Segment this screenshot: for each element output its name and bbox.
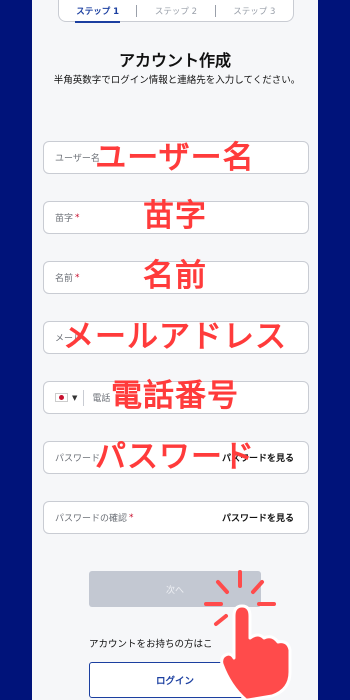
japan-flag-icon[interactable]: [55, 393, 68, 402]
phone-field[interactable]: ▼ 電話: [43, 381, 309, 414]
tap-hand-icon: [204, 570, 292, 700]
page-subtitle: 半角英数字でログイン情報と連絡先を入力してください。: [53, 75, 301, 86]
email-placeholder: メール: [55, 334, 83, 344]
username-field[interactable]: ユーザー名: [43, 141, 309, 174]
divider: [83, 389, 85, 406]
step-2[interactable]: ステップ 2: [136, 4, 214, 17]
required-mark: *: [129, 512, 134, 523]
email-field[interactable]: メール: [43, 321, 309, 354]
page-title: アカウント作成: [118, 51, 231, 70]
stepper: ステップ 1 ステップ 2 ステップ 3: [58, 0, 294, 23]
password-label: パスワード: [55, 454, 101, 464]
password-confirm-label: パスワードの確認: [55, 514, 128, 524]
required-mark: *: [75, 212, 80, 223]
step-3[interactable]: ステップ 3: [214, 4, 293, 17]
chevron-down-icon[interactable]: ▼: [72, 394, 77, 402]
password-field[interactable]: パスワード パスワードを見る: [43, 441, 309, 474]
lastname-field[interactable]: 苗字 *: [43, 201, 309, 234]
show-password-button[interactable]: パスワードを見る: [222, 451, 294, 464]
firstname-label: 名前: [55, 274, 74, 284]
username-placeholder: ユーザー名: [55, 154, 100, 164]
phone-placeholder: 電話: [92, 394, 111, 404]
firstname-field[interactable]: 名前 *: [43, 261, 309, 294]
password-confirm-field[interactable]: パスワードの確認 * パスワードを見る: [43, 501, 309, 534]
lastname-label: 苗字: [55, 214, 74, 224]
step-1[interactable]: ステップ 1: [59, 5, 136, 23]
show-password-confirm-button[interactable]: パスワードを見る: [222, 511, 294, 524]
required-mark: *: [75, 272, 80, 283]
